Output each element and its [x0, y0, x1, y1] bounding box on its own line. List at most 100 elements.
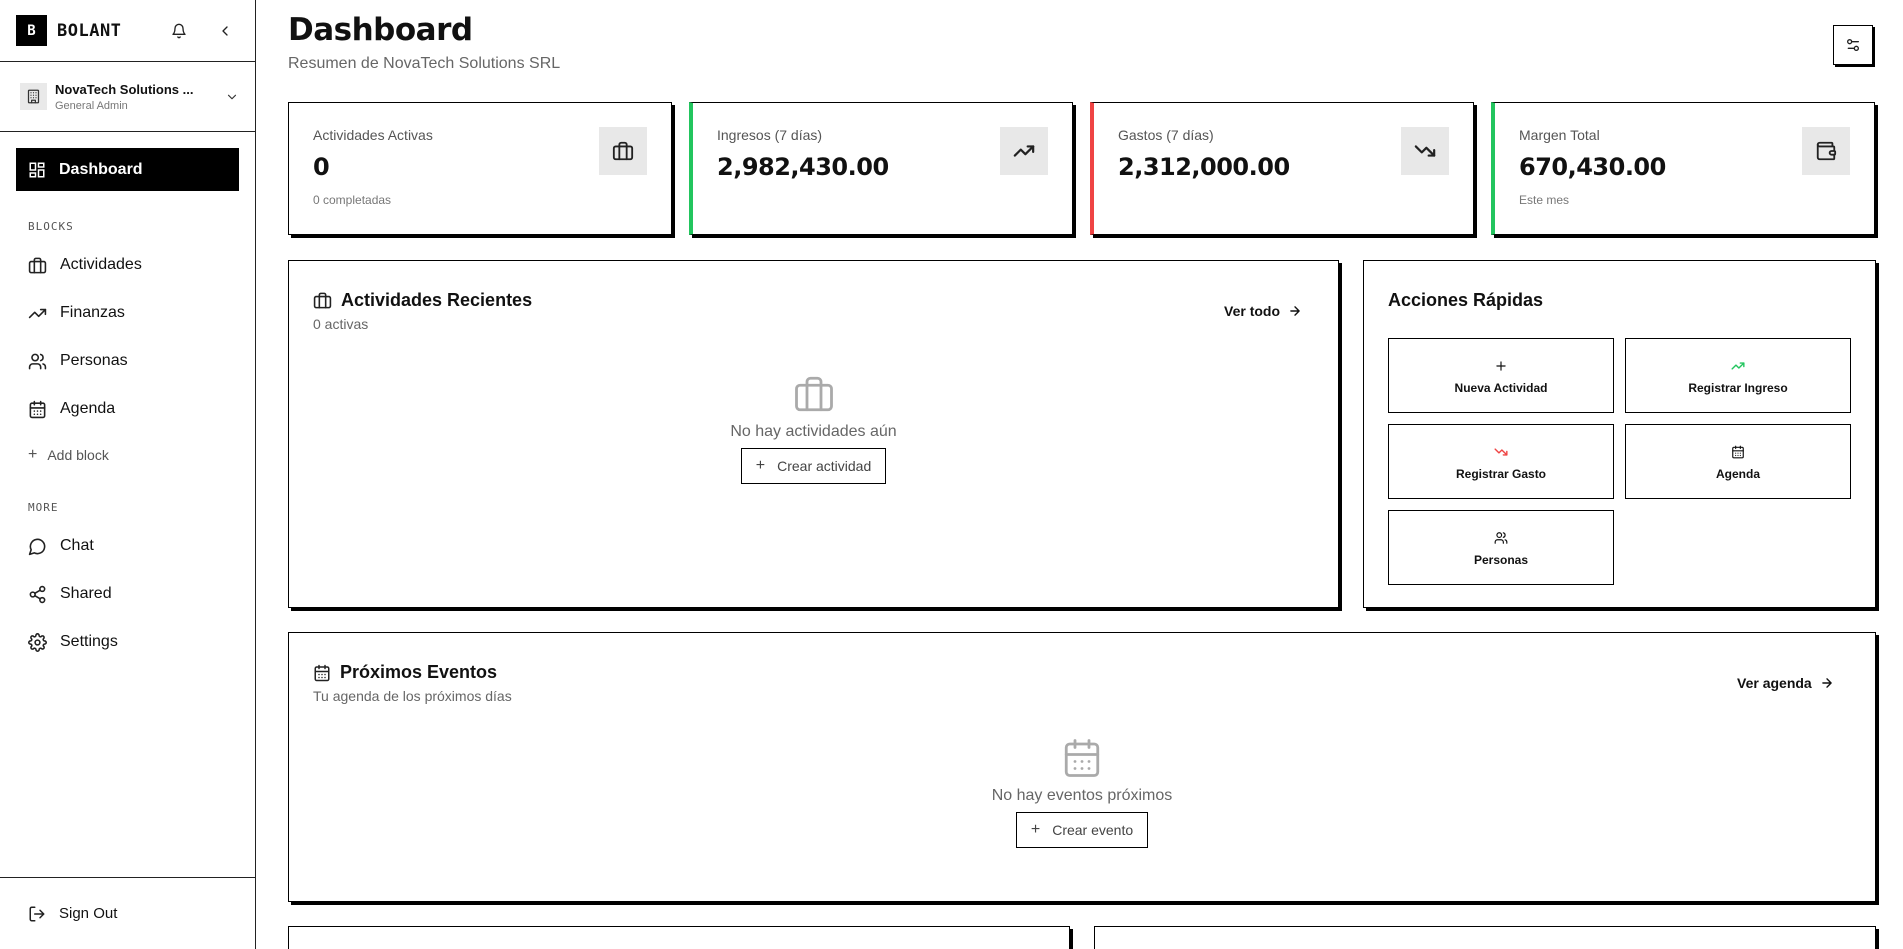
- users-icon: [28, 353, 47, 369]
- quick-actions-panel: Acciones Rápidas Nueva Actividad Registr…: [1363, 260, 1876, 608]
- sidebar-item-chat[interactable]: Chat: [0, 522, 255, 570]
- brand-name: BOLANT: [57, 20, 122, 41]
- sidebar-item-agenda[interactable]: Agenda: [0, 385, 255, 433]
- briefcase-icon: [28, 257, 47, 273]
- gear-icon: [28, 632, 47, 652]
- page-title: Dashboard: [288, 12, 473, 48]
- register-expense-button[interactable]: Registrar Gasto: [1388, 424, 1614, 499]
- view-all-label: Ver todo: [1224, 303, 1281, 319]
- trending-down-icon: [1494, 443, 1508, 461]
- calendar-icon: [1731, 443, 1745, 461]
- plus-icon: +: [755, 457, 766, 474]
- stat-card-gastos: Gastos (7 días) 2,312,000.00: [1090, 102, 1474, 235]
- sidebar-item-personas[interactable]: Personas: [0, 337, 255, 385]
- empty-text: No hay eventos próximos: [991, 787, 1173, 804]
- notifications-button[interactable]: [165, 17, 193, 45]
- share-icon: [29, 585, 46, 603]
- org-name: NovaTech Solutions ...: [55, 81, 194, 97]
- view-all-link[interactable]: Ver todo: [1224, 303, 1302, 319]
- org-role: General Admin: [55, 99, 128, 112]
- customize-button[interactable]: [1833, 25, 1873, 65]
- quick-action-label: Registrar Gasto: [1455, 466, 1547, 481]
- page-subtitle: Resumen de NovaTech Solutions SRL: [288, 55, 561, 72]
- sidebar-item-label: Finanzas: [60, 304, 125, 321]
- trending-up-icon: [1731, 357, 1745, 375]
- quick-action-label: Agenda: [1715, 466, 1760, 481]
- sidebar-item-label: Settings: [60, 633, 118, 650]
- sidebar-item-label: Agenda: [60, 400, 116, 417]
- agenda-button[interactable]: Agenda: [1625, 424, 1851, 499]
- sidebar-item-shared[interactable]: Shared: [0, 570, 255, 618]
- chevron-left-icon: [222, 25, 228, 36]
- trending-up-icon: [28, 308, 47, 318]
- new-activity-button[interactable]: Nueva Actividad: [1388, 338, 1614, 413]
- view-agenda-label: Ver agenda: [1737, 675, 1812, 691]
- sidebar-header: B BOLANT: [0, 0, 255, 62]
- dashboard-icon: [29, 162, 45, 177]
- more-section-label: MORE: [28, 501, 59, 514]
- calendar-icon: [314, 664, 330, 681]
- add-block-label: Add block: [47, 447, 109, 463]
- bell-icon: [172, 23, 186, 38]
- sliders-icon: [1847, 39, 1859, 51]
- calendar-icon: [1064, 739, 1100, 777]
- sidebar-item-settings[interactable]: Settings: [0, 618, 255, 666]
- sidebar-item-label: Personas: [60, 352, 128, 369]
- briefcase-icon: [313, 292, 332, 309]
- panel-title: Próximos Eventos: [340, 662, 498, 682]
- bottom-panel-right: [1094, 926, 1876, 949]
- plus-icon: [1494, 357, 1508, 375]
- create-activity-label: Crear actividad: [777, 458, 872, 474]
- panel-title: Acciones Rápidas: [1388, 290, 1544, 310]
- collapse-sidebar-button[interactable]: [211, 17, 239, 45]
- view-agenda-link[interactable]: Ver agenda: [1737, 675, 1834, 691]
- calendar-icon: [29, 400, 46, 418]
- add-block-button[interactable]: + Add block: [0, 433, 255, 477]
- arrow-right-icon: [1290, 306, 1300, 316]
- sidebar-item-dashboard[interactable]: Dashboard: [16, 148, 239, 191]
- sidebar-item-label: Actividades: [60, 256, 142, 273]
- quick-action-label: Personas: [1473, 552, 1529, 567]
- blocks-section-label: BLOCKS: [28, 220, 74, 233]
- sidebar-item-actividades[interactable]: Actividades: [0, 241, 255, 289]
- users-icon: [1494, 529, 1508, 547]
- upcoming-events-panel: Próximos Eventos Tu agenda de los próxim…: [288, 632, 1876, 902]
- empty-state: No hay eventos próximos + Crear evento: [289, 737, 1875, 848]
- sidebar-item-label: Shared: [60, 585, 112, 602]
- sign-out-label: Sign Out: [59, 905, 118, 922]
- quick-action-label: Nueva Actividad: [1454, 380, 1548, 395]
- empty-text: No hay actividades aún: [730, 423, 897, 440]
- sidebar: B BOLANT NovaTech Solutions ... General …: [0, 0, 256, 949]
- register-income-button[interactable]: Registrar Ingreso: [1625, 338, 1851, 413]
- trending-down-icon: [1401, 127, 1449, 175]
- stat-card-margen: Margen Total 670,430.00 Este mes: [1491, 102, 1875, 235]
- stat-sub: Este mes: [1519, 193, 1570, 207]
- plus-icon: +: [1030, 821, 1041, 838]
- log-out-icon: [29, 906, 45, 921]
- panel-subtitle: 0 activas: [313, 316, 369, 332]
- briefcase-icon: [599, 127, 647, 175]
- main-content: Dashboard Resumen de NovaTech Solutions …: [256, 0, 1903, 949]
- sidebar-item-finanzas[interactable]: Finanzas: [0, 289, 255, 337]
- stat-card-actividades: Actividades Activas 0 0 completadas: [288, 102, 672, 235]
- chat-icon: [28, 538, 46, 555]
- people-button[interactable]: Personas: [1388, 510, 1614, 585]
- create-activity-button[interactable]: + Crear actividad: [740, 448, 887, 484]
- trending-up-icon: [1000, 127, 1048, 175]
- create-event-label: Crear evento: [1052, 822, 1134, 838]
- sidebar-item-label: Chat: [60, 537, 94, 554]
- sidebar-item-label: Dashboard: [59, 160, 143, 178]
- briefcase-icon: [794, 376, 833, 412]
- sign-out-button[interactable]: Sign Out: [0, 877, 255, 949]
- arrow-right-icon: [1821, 678, 1832, 688]
- panel-title: Actividades Recientes: [341, 290, 533, 310]
- create-event-button[interactable]: + Crear evento: [1015, 812, 1149, 848]
- bottom-panel-left: [288, 926, 1070, 949]
- wallet-icon: [1802, 127, 1850, 175]
- quick-action-label: Registrar Ingreso: [1688, 380, 1788, 395]
- org-switcher[interactable]: NovaTech Solutions ... General Admin: [0, 62, 255, 132]
- stat-sub: 0 completadas: [313, 193, 392, 207]
- recent-activities-panel: Actividades Recientes 0 activas Ver todo…: [288, 260, 1339, 608]
- stat-card-ingresos: Ingresos (7 días) 2,982,430.00: [689, 102, 1073, 235]
- plus-icon: +: [28, 446, 38, 463]
